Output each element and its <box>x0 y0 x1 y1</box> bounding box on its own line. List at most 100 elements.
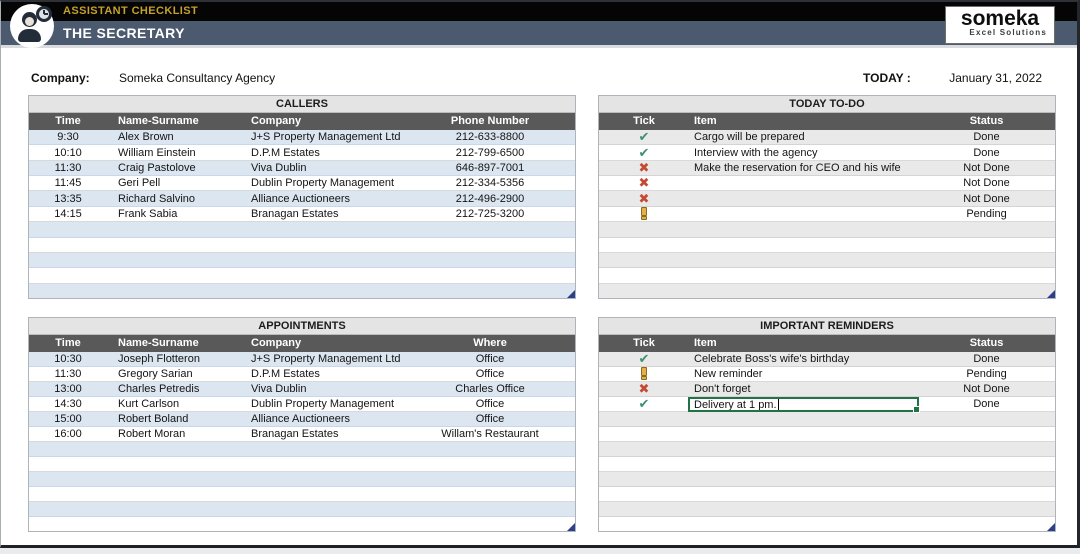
check-icon: ✔ <box>639 396 650 411</box>
cell-phone[interactable]: 212-725-3200 <box>405 208 575 220</box>
someka-logo: someka Excel Solutions <box>945 6 1055 44</box>
cell-status[interactable]: Not Done <box>918 162 1055 174</box>
cell-tick[interactable]: ✖ <box>599 176 689 190</box>
page-title: THE SECRETARY <box>63 25 185 41</box>
cell-time[interactable]: 9:30 <box>29 131 107 143</box>
cell-where[interactable]: Office <box>405 368 575 380</box>
table-row <box>599 238 1055 253</box>
cell-name[interactable]: Joseph Flotteron <box>107 353 245 365</box>
table-row <box>599 472 1055 487</box>
cell-time[interactable]: 13:35 <box>29 193 107 205</box>
cell-tick[interactable] <box>599 367 689 381</box>
cell-phone[interactable]: 646-897-7001 <box>405 162 575 174</box>
cell-status[interactable]: Pending <box>918 208 1055 220</box>
cell-status[interactable]: Done <box>918 398 1055 410</box>
cell-time[interactable]: 16:00 <box>29 428 107 440</box>
table-row: ✖ Not Done <box>599 191 1055 206</box>
cell-item[interactable]: Interview with the agency <box>689 147 918 159</box>
table-resize-handle[interactable] <box>1047 290 1055 298</box>
cell-name[interactable]: William Einstein <box>107 147 245 159</box>
cell-name[interactable]: Craig Pastolove <box>107 162 245 174</box>
cell-time[interactable]: 11:30 <box>29 368 107 380</box>
cell-company[interactable]: D.P.M Estates <box>245 147 405 159</box>
cell-tick[interactable]: ✖ <box>599 161 689 175</box>
cell-status[interactable]: Pending <box>918 368 1055 380</box>
cell-phone[interactable]: 212-799-6500 <box>405 147 575 159</box>
cell-name[interactable]: Robert Boland <box>107 413 245 425</box>
cell-company[interactable]: Viva Dublin <box>245 383 405 395</box>
cell-time[interactable]: 14:30 <box>29 398 107 410</box>
cell-status[interactable]: Done <box>918 353 1055 365</box>
today-value[interactable]: January 31, 2022 <box>949 71 1042 85</box>
text-caret <box>778 398 779 410</box>
cell-tick[interactable] <box>599 207 689 221</box>
cell-phone[interactable]: 212-633-8800 <box>405 131 575 143</box>
cell-phone[interactable]: 212-334-5356 <box>405 177 575 189</box>
cell-time[interactable]: 10:30 <box>29 353 107 365</box>
cell-company[interactable]: Alliance Auctioneers <box>245 413 405 425</box>
cell-where[interactable]: Office <box>405 353 575 365</box>
cell-where[interactable]: Willam's Restaurant <box>405 428 575 440</box>
cell-phone[interactable]: 212-496-2900 <box>405 193 575 205</box>
cell-company[interactable]: Dublin Property Management <box>245 398 405 410</box>
cell-company[interactable]: Alliance Auctioneers <box>245 193 405 205</box>
table-row <box>29 284 575 298</box>
cell-company[interactable]: Dublin Property Management <box>245 177 405 189</box>
table-resize-handle[interactable] <box>567 290 575 298</box>
cell-company[interactable]: Viva Dublin <box>245 162 405 174</box>
cell-tick[interactable]: ✖ <box>599 192 689 206</box>
cell-item[interactable]: Don't forget <box>689 383 918 395</box>
cell-time[interactable]: 10:10 <box>29 147 107 159</box>
cell-time[interactable]: 15:00 <box>29 413 107 425</box>
table-row: ✖Make the reservation for CEO and his wi… <box>599 161 1055 176</box>
company-value[interactable]: Someka Consultancy Agency <box>119 71 275 85</box>
cell-item[interactable]: Cargo will be prepared <box>689 131 918 143</box>
cell-tick[interactable]: ✔ <box>599 146 689 160</box>
cell-time[interactable]: 11:45 <box>29 177 107 189</box>
cell-name[interactable]: Charles Petredis <box>107 383 245 395</box>
cell-item[interactable]: Make the reservation for CEO and his wif… <box>689 162 918 174</box>
cell-status[interactable]: Done <box>918 131 1055 143</box>
cell-company[interactable]: D.P.M Estates <box>245 368 405 380</box>
table-resize-handle[interactable] <box>1047 523 1055 531</box>
cell-where[interactable]: Office <box>405 413 575 425</box>
cell-company[interactable]: Branagan Estates <box>245 428 405 440</box>
cell-tick[interactable]: ✔ <box>599 397 689 411</box>
cell-where[interactable]: Charles Office <box>405 383 575 395</box>
table-title: TODAY TO-DO <box>599 96 1055 113</box>
cell-name[interactable]: Kurt Carlson <box>107 398 245 410</box>
cell-status[interactable]: Done <box>918 147 1055 159</box>
cell-name[interactable]: Gregory Sarian <box>107 368 245 380</box>
cell-time[interactable]: 11:30 <box>29 162 107 174</box>
cell-item[interactable]: New reminder <box>689 368 918 380</box>
info-bar: Company: Someka Consultancy Agency TODAY… <box>1 62 1077 88</box>
column-header-status: Status <box>918 113 1055 130</box>
table-resize-handle[interactable] <box>567 523 575 531</box>
table-row: 9:30Alex BrownJ+S Property Management Lt… <box>29 130 575 145</box>
table-row: ✔Celebrate Boss's wife's birthdayDone <box>599 352 1055 367</box>
cell-name[interactable]: Robert Moran <box>107 428 245 440</box>
cell-company[interactable]: Branagan Estates <box>245 208 405 220</box>
cell-time[interactable]: 13:00 <box>29 383 107 395</box>
table-row <box>599 222 1055 237</box>
cell-name[interactable]: Frank Sabia <box>107 208 245 220</box>
cell-status[interactable]: Not Done <box>918 193 1055 205</box>
cell-item[interactable]: Celebrate Boss's wife's birthday <box>689 353 918 365</box>
cell-name[interactable]: Richard Salvino <box>107 193 245 205</box>
cell-company[interactable]: J+S Property Management Ltd <box>245 353 405 365</box>
table-row: ✖Don't forgetNot Done <box>599 382 1055 397</box>
cell-item[interactable]: Delivery at 1 pm. <box>689 398 918 411</box>
cell-tick[interactable]: ✖ <box>599 382 689 396</box>
cell-where[interactable]: Office <box>405 398 575 410</box>
cell-time[interactable]: 14:15 <box>29 208 107 220</box>
app-title: ASSISTANT CHECKLIST <box>63 5 198 17</box>
cell-tick[interactable]: ✔ <box>599 130 689 144</box>
cell-tick[interactable]: ✔ <box>599 352 689 366</box>
column-header-phone-number: Phone Number <box>405 113 575 130</box>
column-header-item: Item <box>689 335 918 352</box>
cell-name[interactable]: Geri Pell <box>107 177 245 189</box>
cell-company[interactable]: J+S Property Management Ltd <box>245 131 405 143</box>
cell-name[interactable]: Alex Brown <box>107 131 245 143</box>
cell-status[interactable]: Not Done <box>918 383 1055 395</box>
cell-status[interactable]: Not Done <box>918 177 1055 189</box>
